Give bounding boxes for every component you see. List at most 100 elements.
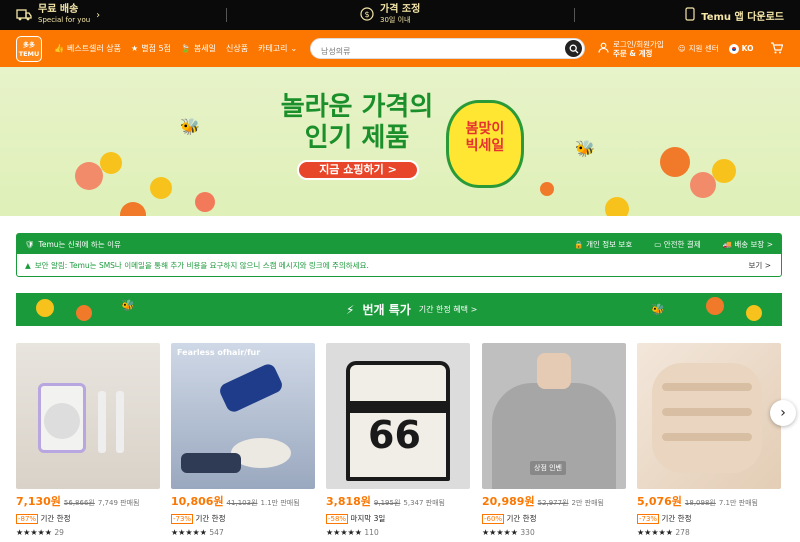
nav-new-arrivals[interactable]: 신상품 (226, 43, 248, 54)
chevron-down-icon: ⌄ (290, 44, 298, 53)
notice-view-link[interactable]: 보기 > (749, 260, 771, 271)
discount-badge: -58% (326, 514, 349, 524)
product-image[interactable]: 상점 인벤 (482, 343, 626, 489)
original-price: 18,098원 (684, 499, 716, 507)
phone-icon (685, 6, 695, 25)
support-center[interactable]: ☺ 지원 센터 (678, 43, 719, 54)
nav-bestsellers[interactable]: 👍 베스트셀러 상품 (54, 43, 121, 54)
privacy-label: 개인 정보 보호 (586, 239, 633, 249)
deal-label: 기간 한정 (506, 514, 537, 523)
free-shipping-promo[interactable]: 무료 배송 Special for you › (16, 0, 100, 30)
review-count: 278 (675, 528, 690, 537)
product-price: 7,130원 (16, 495, 61, 508)
product-image[interactable]: Fearless ofhair/fur (171, 343, 315, 489)
product-card[interactable]: Fearless ofhair/fur 10,806원 41,103원 1.1만 판… (171, 343, 315, 537)
product-card[interactable]: 상점 인벤 20,989원 52,977원 2만 판매됨 -60% 기간 한정 ★★… (482, 343, 626, 537)
flash-title: 번개 특가 (362, 303, 411, 317)
nav-five-star[interactable]: ★ 별점 5점 (131, 43, 171, 54)
flower-decoration (605, 197, 629, 216)
flower-decoration (36, 299, 54, 317)
badge-line2: 빅세일 (465, 138, 505, 154)
deal-label: 기간 한정 (195, 514, 226, 523)
product-image[interactable] (637, 343, 781, 489)
trust-header[interactable]: 🛡 Temu는 신뢰에 하는 이유 🔒 개인 정보 보호 ▭ 안전한 결제 🚚 … (17, 234, 781, 254)
flower-decoration (100, 152, 122, 174)
login-label: 로그인/회원가입 (613, 39, 664, 49)
product-price: 3,818원 (326, 495, 371, 508)
flower-decoration (540, 182, 554, 196)
star-box-icon: ★ (131, 44, 139, 53)
search-bar (310, 38, 585, 61)
cart-icon[interactable] (770, 41, 783, 56)
divider (574, 8, 575, 22)
shop-now-button[interactable]: 지금 쇼핑하기 > (297, 160, 419, 180)
app-download[interactable]: Temu 앱 다운로드 (685, 0, 784, 30)
price-title: 가격 조정 (380, 4, 421, 15)
lang-label: KO (741, 44, 754, 53)
deal-label: 마지막 3일 (350, 514, 386, 523)
product-card[interactable]: 66 3,818원 9,195원 5,347 판매됨 -58% 마지막 3일 ★★★… (326, 343, 470, 537)
tree-icon: ▲ (25, 260, 31, 270)
nav-label: 카테고리 (258, 44, 288, 53)
smile-icon: ☺ (677, 44, 686, 53)
secure-payment-item[interactable]: ▭ 안전한 결제 (654, 239, 700, 250)
security-notice[interactable]: ▲ 보안 알림: Temu는 SMS나 이메일을 통해 추가 비용을 요구하지 … (17, 254, 781, 276)
product-card[interactable]: 5,076원 18,098원 7.1만 판매됨 -73% 기간 한정 ★★★★★ 2… (637, 343, 781, 537)
trust-title: Temu는 신뢰에 하는 이유 (38, 239, 121, 249)
truck-icon: 🚚 (722, 239, 735, 249)
product-image[interactable] (16, 343, 160, 489)
secure-payment-label: 안전한 결제 (663, 239, 701, 249)
product-carousel: 7,130원 56,866원 7,749 판매됨 -87% 기간 한정 ★★★★★ … (16, 343, 786, 542)
flower-decoration (150, 177, 172, 199)
rating-stars: ★★★★★ (482, 528, 518, 537)
leaf-icon: 🍃 (180, 44, 191, 53)
original-price: 9,195원 (373, 499, 401, 507)
product-price: 20,989원 (482, 495, 535, 508)
main-nav: 👍 베스트셀러 상품 ★ 별점 5점 🍃 봄세일 신상품 카테고리 ⌄ (54, 30, 297, 67)
discount-badge: -87% (16, 514, 39, 524)
nav-categories[interactable]: 카테고리 ⌄ (258, 43, 297, 54)
flower-decoration (76, 305, 92, 321)
price-adjust-promo[interactable]: $ 가격 조정 30일 이내 (360, 0, 420, 30)
discount-badge: -73% (171, 514, 194, 524)
discount-badge: -73% (637, 514, 660, 524)
app-download-label: Temu 앱 다운로드 (701, 11, 784, 23)
product-image[interactable]: 66 (326, 343, 470, 489)
trust-section: 🛡 Temu는 신뢰에 하는 이유 🔒 개인 정보 보호 ▭ 안전한 결제 🚚 … (16, 233, 782, 277)
original-price: 56,866원 (63, 499, 95, 507)
deal-label: 기간 한정 (661, 514, 692, 523)
review-count: 330 (520, 528, 535, 537)
search-button[interactable] (565, 40, 582, 57)
support-label: 지원 센터 (688, 44, 719, 53)
price-sub: 30일 이내 (380, 16, 411, 24)
review-count: 110 (364, 528, 379, 537)
sold-count: 7,749 판매됨 (97, 499, 140, 507)
sold-count: 5,347 판매됨 (403, 499, 445, 507)
flash-deals-banner[interactable]: 🐝 🐝 ⚡ 번개 특가 기간 한정 혜택 > (16, 293, 782, 326)
rating-stars: ★★★★★ (171, 528, 207, 537)
account-menu[interactable]: 로그인/회원가입 주문 & 계정 (598, 40, 664, 58)
lock-icon: 🔒 (574, 239, 587, 249)
delivery-guarantee-item[interactable]: 🚚 배송 보장 > (723, 239, 773, 250)
privacy-item[interactable]: 🔒 개인 정보 보호 (574, 239, 632, 250)
user-icon (598, 42, 609, 55)
chevron-right-icon: › (780, 405, 786, 421)
flower-decoration (660, 147, 690, 177)
banner-title-line2: 인기 제품 (304, 123, 410, 153)
review-count: 547 (209, 528, 224, 537)
rating-stars: ★★★★★ (16, 528, 52, 537)
temu-logo[interactable]: 多多 TEMU (16, 36, 42, 62)
nav-spring-sale[interactable]: 🍃 봄세일 (181, 43, 216, 54)
carousel-next-button[interactable]: › (770, 400, 796, 426)
notice-text: 보안 알림: Temu는 SMS나 이메일을 통해 추가 비용을 요구하지 않으… (34, 260, 369, 270)
banner-title-line1: 놀라운 가격의 (280, 92, 434, 122)
store-tag: 상점 인벤 (530, 461, 566, 475)
product-card[interactable]: 7,130원 56,866원 7,749 판매됨 -87% 기간 한정 ★★★★★ … (16, 343, 160, 537)
language-selector[interactable]: KO (728, 43, 754, 54)
original-price: 41,103원 (226, 499, 258, 507)
shipping-title: 무료 배송 (38, 4, 79, 15)
logo-text: TEMU (18, 50, 40, 58)
search-input[interactable] (311, 42, 541, 61)
deal-label: 기간 한정 (40, 514, 71, 523)
chevron-right-icon: › (96, 9, 101, 21)
